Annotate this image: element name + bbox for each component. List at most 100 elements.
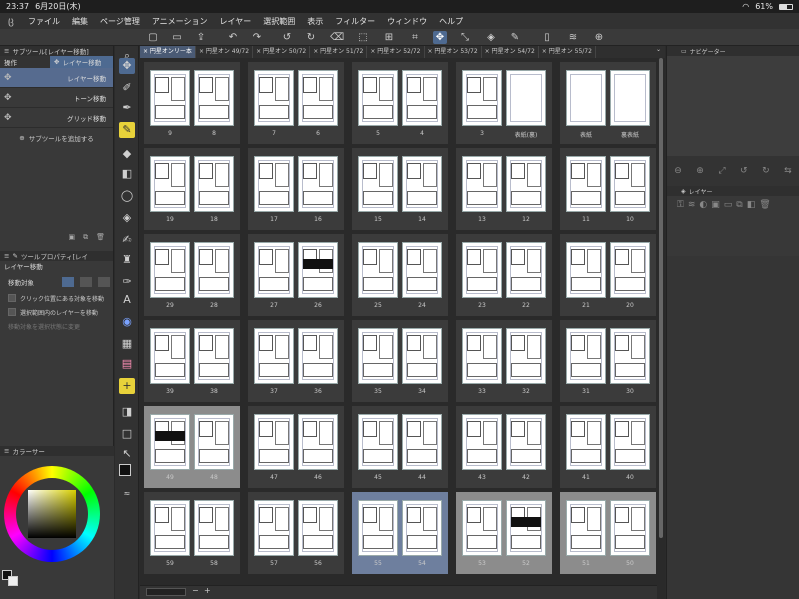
page-thumbnail[interactable] xyxy=(194,156,234,212)
page-thumbnail[interactable] xyxy=(402,500,442,556)
select-all-icon[interactable]: ⊞ xyxy=(382,31,396,44)
zoom-out-icon[interactable]: ⊖ xyxy=(674,166,682,176)
rotate-left-icon[interactable]: ↺ xyxy=(740,166,748,176)
page-spread[interactable]: 15 14 xyxy=(352,148,448,230)
page-thumbnail[interactable] xyxy=(566,414,606,470)
menu-layer[interactable]: レイヤー xyxy=(214,16,258,27)
page-thumbnail[interactable] xyxy=(298,500,338,556)
opacity-icon[interactable]: ◐ xyxy=(699,200,707,210)
blend-icon[interactable]: ✑ xyxy=(119,274,135,290)
zoom-slider[interactable] xyxy=(146,588,186,596)
balloon-icon[interactable]: ◉ xyxy=(119,314,135,330)
gradient-icon[interactable]: ◧ xyxy=(119,166,135,182)
deselect-icon[interactable]: ⬚ xyxy=(356,31,370,44)
pen-icon[interactable]: ✎ xyxy=(508,31,522,44)
color-saturation-square[interactable] xyxy=(28,490,76,538)
page-spread[interactable]: 57 56 xyxy=(248,492,344,574)
page-thumbnail[interactable] xyxy=(254,414,294,470)
subtool-tone-move[interactable]: ✥ トーン移動 xyxy=(0,88,113,108)
page-thumbnail[interactable] xyxy=(298,156,338,212)
page-thumbnail[interactable] xyxy=(566,156,606,212)
add-subtool-button[interactable]: ⊕ サブツールを追加する xyxy=(0,128,113,148)
flip-icon[interactable]: ⇆ xyxy=(784,166,792,176)
copy-layer-icon[interactable]: ⧉ xyxy=(736,200,742,210)
page-thumbnail[interactable] xyxy=(462,70,502,126)
layers-stack-icon[interactable]: ≋ xyxy=(566,31,580,44)
sub-color-swatch[interactable] xyxy=(8,576,18,586)
page-thumbnail[interactable] xyxy=(150,70,190,126)
page-spread[interactable]: 21 20 xyxy=(560,234,656,316)
page-thumbnail[interactable] xyxy=(298,70,338,126)
page-thumbnail[interactable] xyxy=(462,156,502,212)
app-logo-icon[interactable]: ც xyxy=(0,16,22,27)
ruler-icon[interactable]: ▤ xyxy=(119,356,135,372)
page-thumbnail[interactable] xyxy=(402,242,442,298)
zoom-out-icon[interactable]: − xyxy=(192,586,199,595)
page-thumbnail[interactable] xyxy=(150,500,190,556)
trash-icon[interactable]: 🗑 xyxy=(759,200,770,210)
tab-page-50[interactable]: × 円星オン 50/72 xyxy=(253,46,311,58)
menu-help[interactable]: ヘルプ xyxy=(433,16,469,27)
trash-icon[interactable]: 🗑 xyxy=(96,233,105,245)
menu-page[interactable]: ページ管理 xyxy=(94,16,146,27)
scrollbar-thumb[interactable] xyxy=(659,58,663,538)
page-thumbnail[interactable] xyxy=(358,242,398,298)
page-thumbnail[interactable] xyxy=(462,414,502,470)
zoom-in-icon[interactable]: + xyxy=(204,586,211,595)
page-thumbnail[interactable] xyxy=(610,70,650,126)
page-spread[interactable]: 11 10 xyxy=(560,148,656,230)
fit-icon[interactable]: ⤢ xyxy=(718,166,725,176)
checkbox[interactable] xyxy=(8,308,16,316)
airbrush-icon[interactable]: ♜ xyxy=(119,252,135,268)
page-thumbnail[interactable] xyxy=(194,328,234,384)
page-spread[interactable]: 17 16 xyxy=(248,148,344,230)
page-thumbnail[interactable] xyxy=(358,70,398,126)
page-spread[interactable]: 37 36 xyxy=(248,320,344,402)
color-wheel[interactable] xyxy=(4,466,100,562)
new-subtool-icon[interactable]: ▣ xyxy=(68,233,75,245)
fill-bucket-icon[interactable]: ◈ xyxy=(119,210,135,226)
page-thumbnail[interactable] xyxy=(566,70,606,126)
page-thumbnail[interactable] xyxy=(506,242,546,298)
fill-icon[interactable]: ◈ xyxy=(484,31,498,44)
checkbox[interactable] xyxy=(8,294,16,302)
page-thumbnail[interactable] xyxy=(194,242,234,298)
lasso-icon[interactable]: ◯ xyxy=(119,188,135,204)
tab-page-54[interactable]: × 円星オン 54/72 xyxy=(482,46,539,58)
main-color-icon[interactable] xyxy=(119,464,131,476)
new-file-icon[interactable]: ▢ xyxy=(146,31,160,44)
page-spread[interactable]: 39 38 xyxy=(144,320,240,402)
pen-tool-icon[interactable]: ✒ xyxy=(119,100,135,116)
page-thumbnail[interactable] xyxy=(610,328,650,384)
page-spread[interactable]: 76 xyxy=(248,62,344,144)
page-thumbnail[interactable] xyxy=(150,242,190,298)
page-spread[interactable]: 47 46 xyxy=(248,406,344,488)
grid-scrollbar[interactable] xyxy=(657,58,665,599)
target-tone-toggle[interactable] xyxy=(80,277,92,287)
open-folder-icon[interactable]: ▭ xyxy=(170,31,184,44)
brush-icon[interactable]: ✍ xyxy=(119,232,135,248)
menu-view[interactable]: 表示 xyxy=(301,16,329,27)
page-thumbnail[interactable] xyxy=(194,70,234,126)
page-thumbnail[interactable] xyxy=(402,156,442,212)
page-spread[interactable]: 59 58 xyxy=(144,492,240,574)
page-thumbnail[interactable] xyxy=(194,414,234,470)
page-thumbnail[interactable] xyxy=(506,328,546,384)
page-spread[interactable]: 表紙 裏表紙 xyxy=(560,62,656,144)
page-thumbnail[interactable] xyxy=(358,500,398,556)
page-thumbnail[interactable] xyxy=(298,328,338,384)
page-thumbnail[interactable] xyxy=(506,156,546,212)
page-thumbnail[interactable] xyxy=(402,328,442,384)
undo-icon[interactable]: ↶ xyxy=(226,31,240,44)
zoom-icon[interactable]: ⊕ xyxy=(592,31,606,44)
page-spread[interactable]: 41 40 xyxy=(560,406,656,488)
menu-animation[interactable]: アニメーション xyxy=(146,16,214,27)
chevron-down-icon[interactable]: ⌄ xyxy=(652,46,665,58)
page-thumbnail[interactable] xyxy=(506,500,546,556)
transform-icon[interactable]: ⤡ xyxy=(458,31,472,44)
mask-icon[interactable]: ◧ xyxy=(747,200,756,210)
tab-page-53[interactable]: × 円星オン 53/72 xyxy=(425,46,482,58)
redo-icon[interactable]: ↷ xyxy=(250,31,264,44)
page-spread[interactable]: 49 48 xyxy=(144,406,240,488)
page-thumbnail[interactable] xyxy=(610,500,650,556)
